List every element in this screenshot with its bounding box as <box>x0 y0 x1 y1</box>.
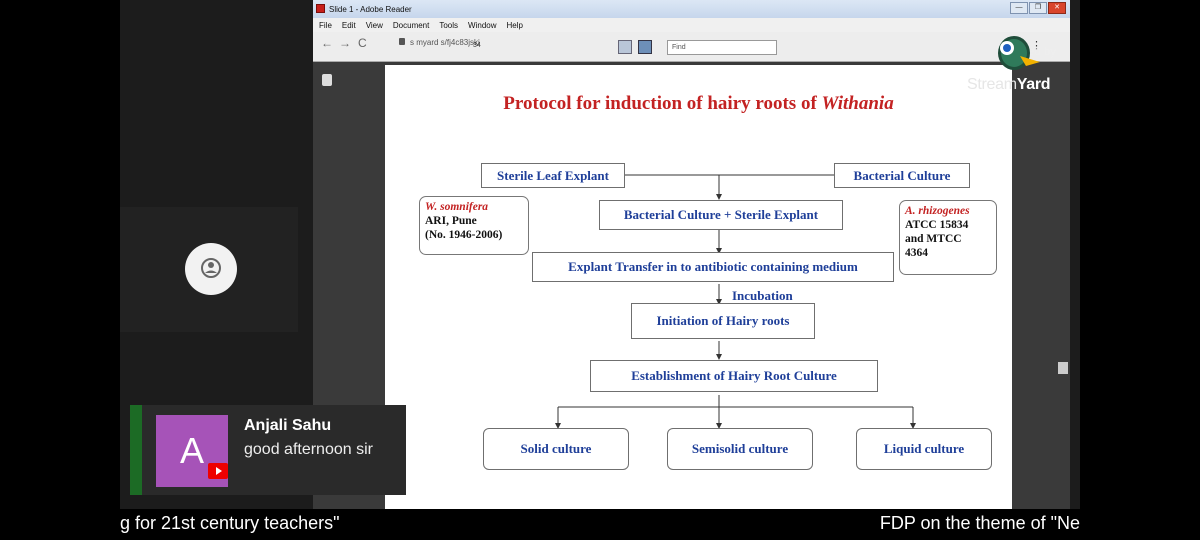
comment-text: good afternoon sir <box>244 441 373 458</box>
menu-window[interactable]: Window <box>468 21 496 30</box>
page-number: 34 <box>473 42 481 49</box>
toolbar: ← → C s myard s/fj4c83jski 34 Find ⋮ Pow… <box>313 32 1070 62</box>
lock-icon <box>399 38 405 45</box>
find-input[interactable]: Find <box>667 40 777 55</box>
maximize-button[interactable]: ❐ <box>1029 2 1047 14</box>
solid-culture-box: Solid culture <box>483 428 629 470</box>
sterile-leaf-box: Sterile Leaf Explant <box>481 163 625 188</box>
adobe-reader-window: Slide 1 - Adobe Reader — ❐ ✕ File Edit V… <box>313 0 1070 510</box>
menu-file[interactable]: File <box>319 21 332 30</box>
participant-tile <box>120 207 298 332</box>
establishment-box: Establishment of Hairy Root Culture <box>590 360 878 392</box>
right-panel <box>1012 62 1070 510</box>
explant-transfer-box: Explant Transfer in to antibiotic contai… <box>532 252 894 282</box>
incubation-label: Incubation <box>732 288 793 303</box>
forward-arrow-icon[interactable]: → <box>339 36 351 50</box>
window-controls: — ❐ ✕ <box>1010 2 1066 14</box>
bacteria-strain-2: and MTCC <box>905 233 962 245</box>
logo-part-3: Yard <box>1016 76 1051 93</box>
liquid-culture-box: Liquid culture <box>856 428 992 470</box>
close-button[interactable]: ✕ <box>1048 2 1066 14</box>
ticker-text-right: FDP on the theme of "Ne <box>879 513 1080 533</box>
streamyard-logo: StreamYard <box>967 76 1051 94</box>
fit-page-icon[interactable] <box>638 40 652 54</box>
plant-species: W. somnifera <box>425 201 489 213</box>
menu-document[interactable]: Document <box>393 21 429 30</box>
ticker-bar: g for 21st century teachers" FDP on the … <box>120 509 1080 540</box>
back-arrow-icon[interactable]: ← <box>321 36 333 50</box>
logo-part-2: m <box>1003 76 1017 93</box>
minimize-button[interactable]: — <box>1010 2 1028 14</box>
url-text[interactable]: s myard s/fj4c83jski <box>410 38 480 47</box>
menu-bar: File Edit View Document Tools Window Hel… <box>313 18 1070 32</box>
commenter-name: Anjali Sahu <box>244 417 332 434</box>
slide-page: Protocol for induction of hairy roots of… <box>385 65 1012 510</box>
bacteria-source-note: A. rhizogenes ATCC 15834 and MTCC 4364 <box>899 200 997 275</box>
plant-institute: ARI, Pune <box>425 215 477 227</box>
bacteria-strain-3: 4364 <box>905 247 928 259</box>
reload-icon[interactable]: C <box>358 36 367 50</box>
bacterial-culture-box: Bacterial Culture <box>834 163 970 188</box>
menu-help[interactable]: Help <box>507 21 523 30</box>
initiation-box: Initiation of Hairy roots <box>631 303 815 339</box>
bacteria-strain-1: ATCC 15834 <box>905 219 969 231</box>
menu-view[interactable]: View <box>366 21 383 30</box>
window-title: Slide 1 - Adobe Reader <box>329 5 412 14</box>
url-part: s myard <box>410 38 441 47</box>
ticker-text-left: g for 21st century teachers" <box>120 513 340 533</box>
menu-tools[interactable]: Tools <box>439 21 458 30</box>
title-bar: Slide 1 - Adobe Reader — ❐ ✕ <box>313 0 1070 18</box>
logo-part-1: Strea <box>967 76 1004 93</box>
save-icon[interactable] <box>618 40 632 54</box>
pages-panel-icon[interactable] <box>322 74 332 86</box>
menu-edit[interactable]: Edit <box>342 21 356 30</box>
semisolid-culture-box: Semisolid culture <box>667 428 813 470</box>
chat-comment-card: A Anjali Sahu good afternoon sir <box>130 405 406 495</box>
bacteria-species: A. rhizogenes <box>905 205 970 217</box>
participant-avatar <box>185 243 237 295</box>
scrollbar-thumb[interactable] <box>1058 362 1068 374</box>
adobe-icon <box>316 4 325 13</box>
streamyard-duck-icon <box>998 36 1040 70</box>
youtube-icon <box>208 463 228 479</box>
combined-culture-box: Bacterial Culture + Sterile Explant <box>599 200 843 230</box>
person-icon <box>201 258 221 278</box>
plant-accession: (No. 1946-2006) <box>425 229 503 241</box>
plant-source-note: W. somnifera ARI, Pune (No. 1946-2006) <box>419 196 529 255</box>
